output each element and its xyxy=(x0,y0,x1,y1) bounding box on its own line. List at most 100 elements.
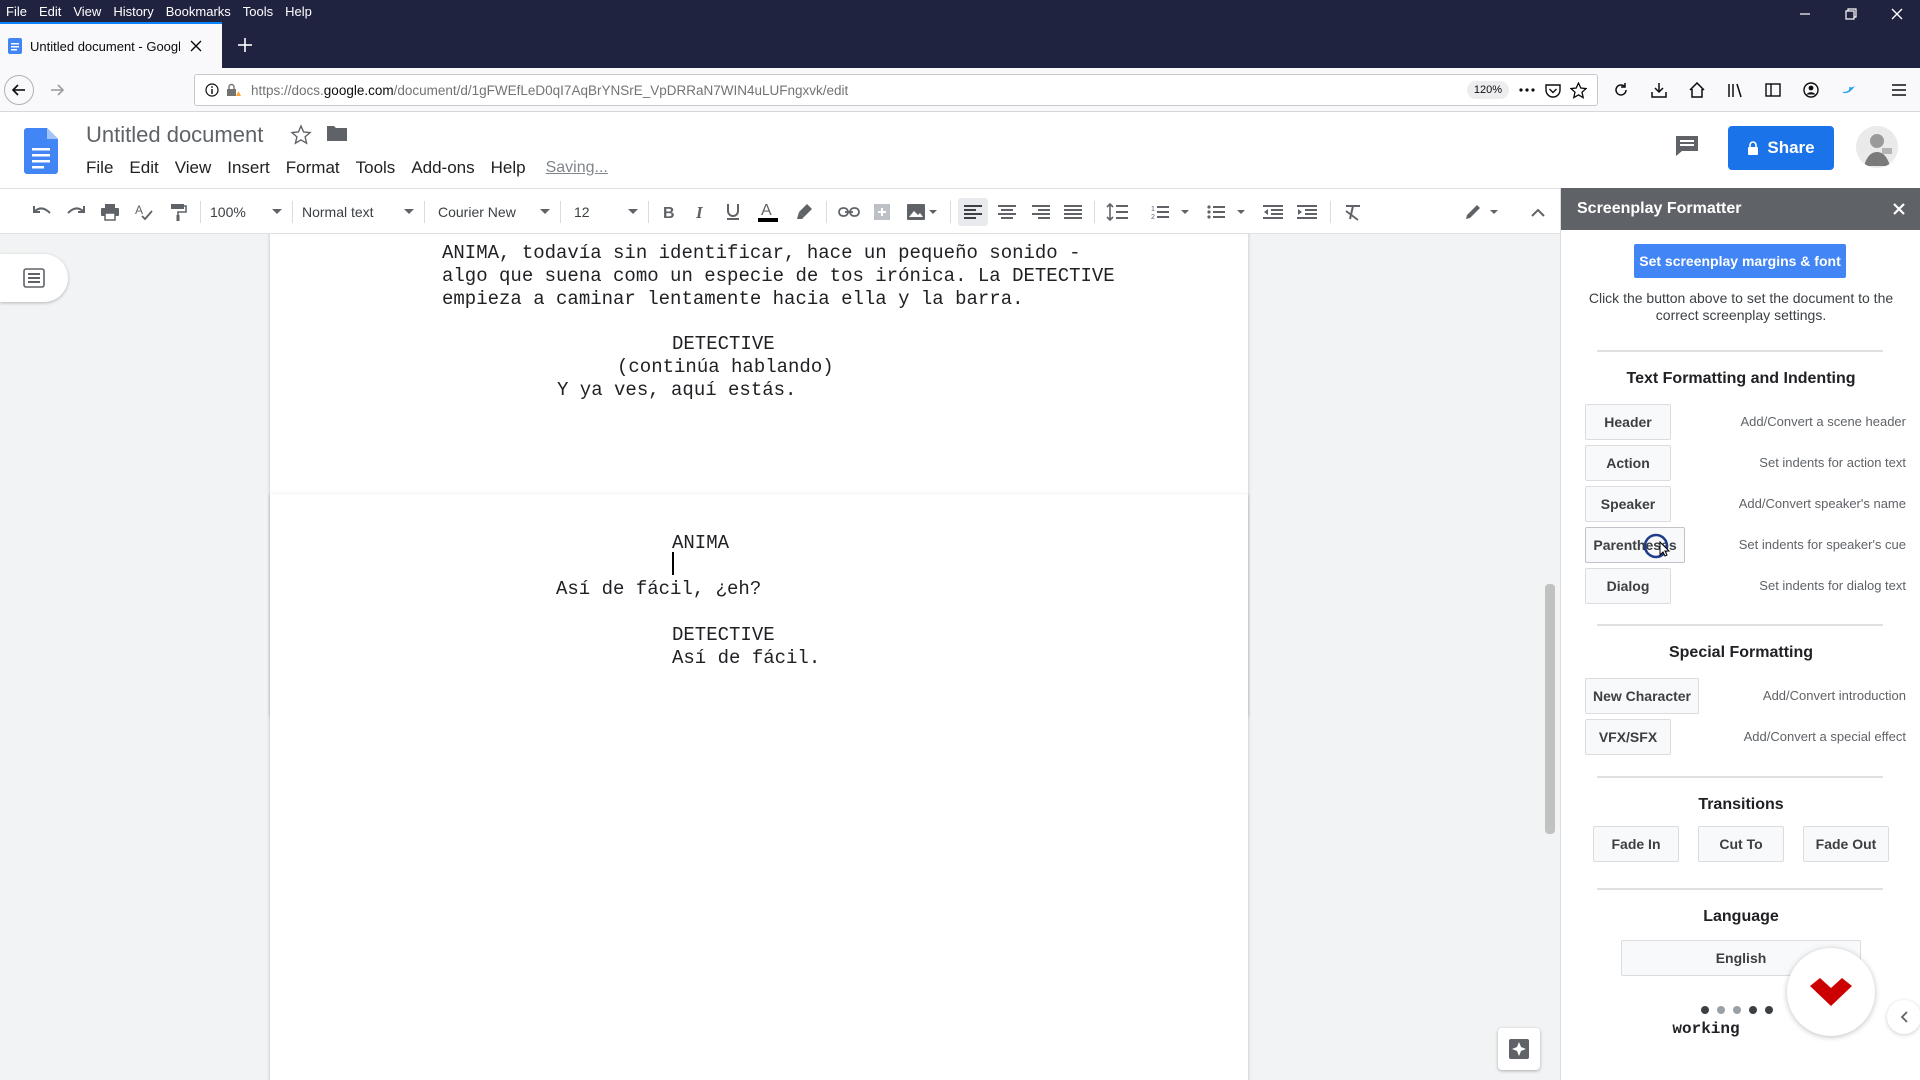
side-panel-collapse-button[interactable] xyxy=(1887,1000,1920,1034)
lock-warning-icon[interactable] xyxy=(225,83,241,97)
menu-insert[interactable]: Insert xyxy=(219,156,278,180)
close-sidebar-icon[interactable] xyxy=(1892,202,1906,216)
clear-formatting-button[interactable] xyxy=(1338,198,1368,226)
document-scrollbar[interactable] xyxy=(1540,234,1560,1080)
sidebar-toggle-button[interactable] xyxy=(1758,75,1788,105)
app-menu-edit[interactable]: Edit xyxy=(32,4,66,19)
decrease-indent-button[interactable] xyxy=(1258,198,1288,226)
speaker-line: DETECTIVE xyxy=(672,624,775,646)
document-page[interactable]: ANIMA Así de fácil, ¿eh? DETECTIVE Así d… xyxy=(270,494,1248,1080)
menu-addons[interactable]: Add-ons xyxy=(403,156,482,180)
menu-tools[interactable]: Tools xyxy=(348,156,404,180)
font-size-select[interactable]: 12 xyxy=(574,198,638,226)
spellcheck-button[interactable]: A xyxy=(130,198,158,226)
header-button[interactable]: Header xyxy=(1585,404,1671,440)
home-button[interactable] xyxy=(1682,75,1712,105)
menu-edit[interactable]: Edit xyxy=(121,156,166,180)
editing-mode-button[interactable] xyxy=(1460,198,1506,226)
speaker-button[interactable]: Speaker xyxy=(1585,486,1671,522)
library-button[interactable] xyxy=(1720,75,1750,105)
zoom-badge[interactable]: 120% xyxy=(1466,81,1509,99)
justify-button[interactable] xyxy=(1058,198,1088,226)
align-right-button[interactable] xyxy=(1026,198,1056,226)
app-menu-help[interactable]: Help xyxy=(278,4,317,19)
star-button[interactable] xyxy=(290,124,312,146)
tab-close-icon[interactable] xyxy=(190,40,202,52)
new-character-button[interactable]: New Character xyxy=(1585,678,1699,714)
vfx-sfx-button[interactable]: VFX/SFX xyxy=(1585,719,1671,755)
save-status[interactable]: Saving... xyxy=(546,159,608,177)
docs-logo[interactable] xyxy=(24,128,58,174)
menu-file[interactable]: File xyxy=(78,156,121,180)
account-button[interactable] xyxy=(1796,75,1826,105)
menu-format[interactable]: Format xyxy=(278,156,348,180)
browser-tab-active[interactable]: Untitled document - Google Docs xyxy=(0,22,222,68)
info-icon[interactable] xyxy=(205,83,219,97)
comments-button[interactable] xyxy=(1674,134,1700,158)
toolbar-divider xyxy=(424,201,425,223)
align-left-button[interactable] xyxy=(958,198,988,226)
share-button[interactable]: Share xyxy=(1728,126,1834,170)
app-menu-tools[interactable]: Tools xyxy=(236,4,278,19)
document-title[interactable]: Untitled document xyxy=(86,122,263,148)
back-button[interactable] xyxy=(4,75,34,105)
app-menu-history[interactable]: History xyxy=(106,4,158,19)
app-menu-bar: File Edit View History Bookmarks Tools H… xyxy=(0,0,1920,22)
fade-out-button[interactable]: Fade Out xyxy=(1803,826,1889,862)
italic-button[interactable]: I xyxy=(688,198,714,226)
print-button[interactable] xyxy=(96,198,124,226)
zoom-select[interactable]: 100% xyxy=(210,198,282,226)
scrollbar-thumb[interactable] xyxy=(1545,584,1555,834)
forward-button[interactable] xyxy=(42,75,72,105)
app-menu-view[interactable]: View xyxy=(66,4,106,19)
menu-help[interactable]: Help xyxy=(483,156,534,180)
line-spacing-button[interactable] xyxy=(1102,198,1132,226)
line-spacing-icon xyxy=(1106,203,1128,221)
hide-menus-button[interactable] xyxy=(1524,198,1552,226)
document-outline-button[interactable] xyxy=(0,254,68,302)
app-menu-bookmarks[interactable]: Bookmarks xyxy=(159,4,236,19)
style-select[interactable]: Normal text xyxy=(302,198,414,226)
undo-button[interactable] xyxy=(28,198,56,226)
bulleted-list-button[interactable] xyxy=(1204,198,1252,226)
link-button[interactable] xyxy=(834,198,864,226)
bookmark-star-icon[interactable] xyxy=(1570,82,1587,99)
align-center-button[interactable] xyxy=(992,198,1022,226)
set-margins-button[interactable]: Set screenplay margins & font xyxy=(1634,244,1846,278)
insert-comment-button[interactable] xyxy=(868,198,896,226)
tab-strip: Untitled document - Google Docs xyxy=(0,22,1920,68)
reload-button[interactable] xyxy=(1606,75,1636,105)
download-button[interactable] xyxy=(1644,75,1674,105)
paint-format-button[interactable] xyxy=(164,198,192,226)
hamburger-menu-button[interactable] xyxy=(1884,75,1914,105)
numbered-list-button[interactable]: 12 xyxy=(1148,198,1196,226)
increase-indent-button[interactable] xyxy=(1292,198,1322,226)
font-select[interactable]: Courier New xyxy=(438,198,550,226)
avatar[interactable] xyxy=(1856,126,1898,168)
explore-button[interactable] xyxy=(1498,1028,1540,1070)
redo-button[interactable] xyxy=(62,198,90,226)
extension-button[interactable] xyxy=(1834,75,1864,105)
chevron-up-icon xyxy=(1531,208,1545,217)
bold-button[interactable]: B xyxy=(656,198,682,226)
loading-dot xyxy=(1717,1006,1725,1014)
fade-in-button[interactable]: Fade In xyxy=(1593,826,1679,862)
new-tab-button[interactable] xyxy=(232,32,258,58)
text-color-button[interactable]: A xyxy=(754,198,782,226)
floating-action-button[interactable] xyxy=(1787,948,1875,1036)
dialog-button[interactable]: Dialog xyxy=(1585,568,1671,604)
mouse-cursor-icon xyxy=(1644,533,1671,559)
pocket-icon[interactable] xyxy=(1545,83,1561,98)
insert-image-button[interactable] xyxy=(902,198,942,226)
menu-view[interactable]: View xyxy=(167,156,220,180)
toolbar-divider xyxy=(1094,201,1095,223)
highlight-button[interactable] xyxy=(790,198,818,226)
svg-text:A: A xyxy=(761,202,772,219)
action-button[interactable]: Action xyxy=(1585,445,1671,481)
move-folder-button[interactable] xyxy=(326,124,348,142)
url-bar[interactable]: https://docs.google.com/document/d/1gFWE… xyxy=(194,74,1598,106)
cut-to-button[interactable]: Cut To xyxy=(1698,826,1784,862)
underline-button[interactable] xyxy=(720,198,746,226)
app-menu-file[interactable]: File xyxy=(0,4,32,19)
more-dots-icon[interactable] xyxy=(1519,85,1535,95)
